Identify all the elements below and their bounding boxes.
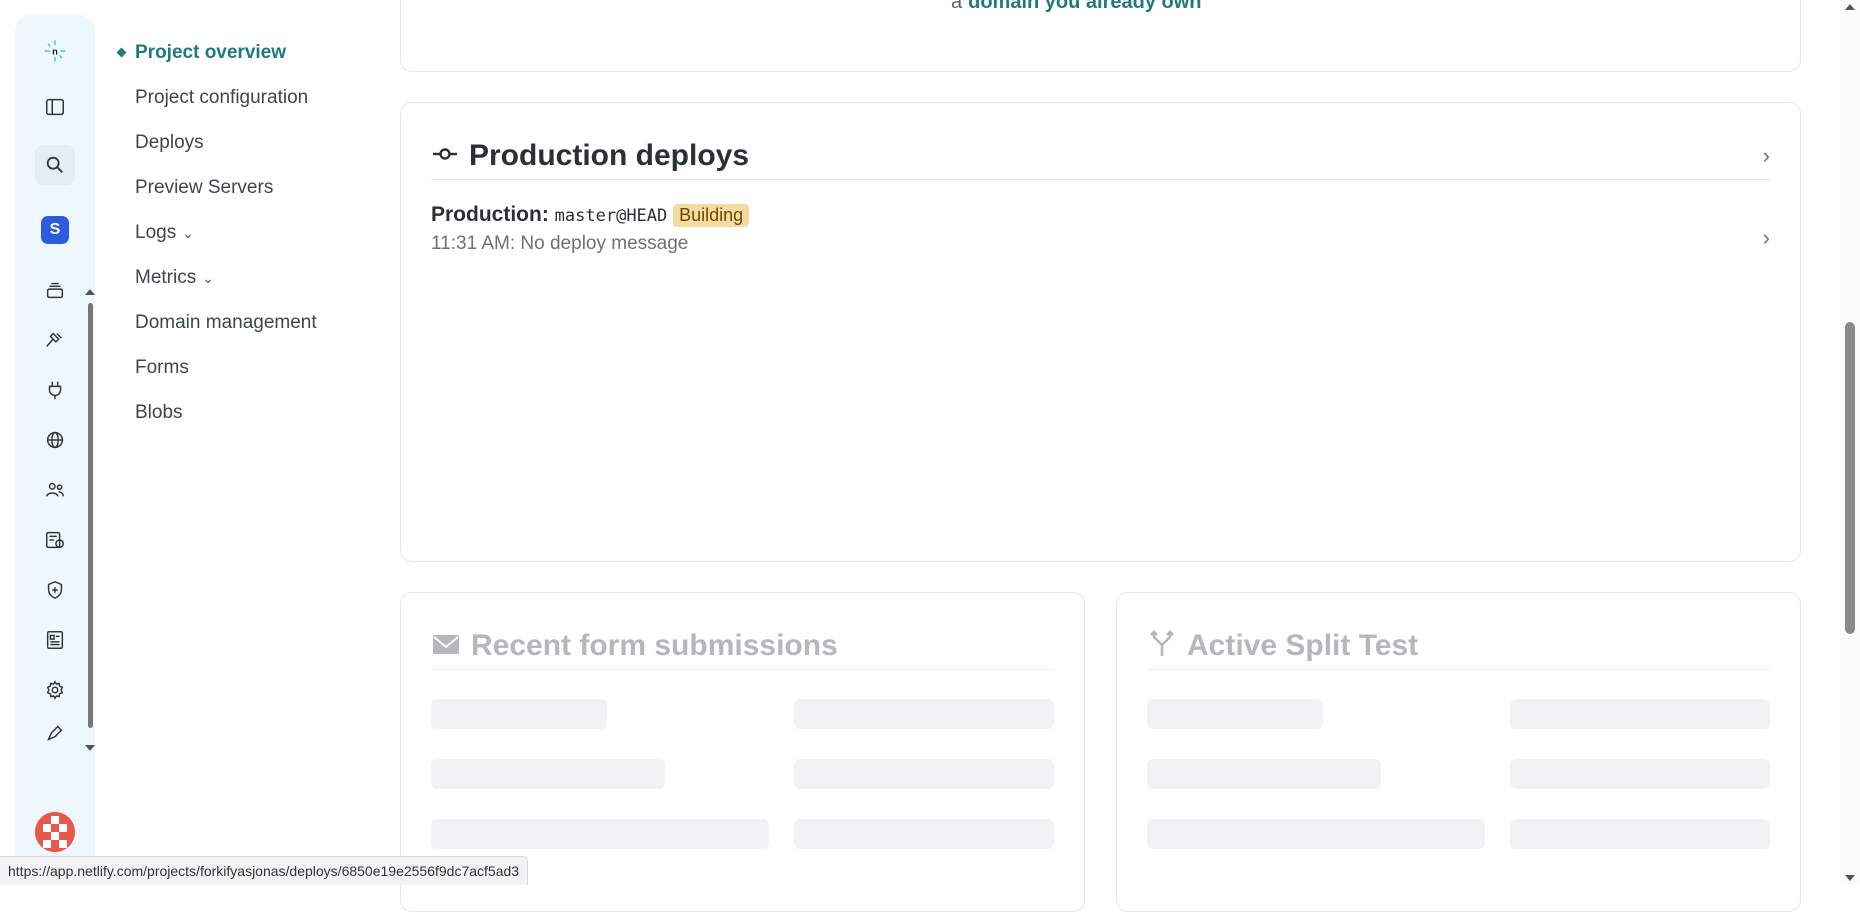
nav-item-label: Blobs <box>135 402 183 423</box>
nav-item-label: Domain management <box>135 312 317 333</box>
rail-scrollbar-thumb[interactable] <box>88 303 93 728</box>
deploy-row-title: Production: master@HEAD Building <box>431 203 1770 227</box>
production-deploys-title: Production deploys <box>469 139 750 172</box>
loading-skeleton <box>1147 699 1323 729</box>
globe-icon[interactable] <box>35 420 75 460</box>
svg-text:n: n <box>52 46 58 56</box>
nav-item-label: Deploys <box>135 132 204 153</box>
nav-item-label: Forms <box>135 357 189 378</box>
scroll-up-arrow-icon[interactable] <box>1845 4 1855 10</box>
loading-skeleton <box>794 819 1054 849</box>
project-nav: Project overview Project configuration D… <box>112 30 362 435</box>
deploy-time-message: 11:31 AM: No deploy message <box>431 233 689 254</box>
billing-icon[interactable] <box>35 520 75 560</box>
nav-item-label: Project overview <box>135 42 287 63</box>
nav-item-metrics[interactable]: Metrics ⌄ <box>112 255 362 300</box>
layers-icon[interactable] <box>35 270 75 310</box>
loading-skeleton <box>1510 759 1770 789</box>
sidebar-toggle-icon[interactable] <box>35 87 75 127</box>
users-icon[interactable] <box>35 470 75 510</box>
netlify-logo-icon[interactable]: n <box>35 31 75 71</box>
scroll-down-arrow-icon[interactable] <box>1845 875 1855 881</box>
shield-icon[interactable] <box>35 570 75 610</box>
docs-icon[interactable] <box>35 620 75 660</box>
deploy-ref: master@HEAD <box>554 206 668 226</box>
loading-skeleton <box>1147 759 1381 789</box>
avatar[interactable] <box>35 812 75 852</box>
loading-skeleton <box>794 759 1054 789</box>
deploy-context-label: Production: <box>431 203 549 226</box>
plug-icon[interactable] <box>35 370 75 410</box>
split-test-title: Active Split Test <box>1187 629 1419 662</box>
nav-item-deploys[interactable]: Deploys <box>112 120 362 165</box>
loading-skeleton <box>1510 699 1770 729</box>
icon-rail: n S <box>15 15 95 885</box>
loading-skeleton <box>1147 819 1485 849</box>
chevron-down-icon: ⌄ <box>182 225 194 241</box>
nav-item-label: Metrics <box>135 267 197 288</box>
commit-icon <box>431 140 459 173</box>
team-badge[interactable]: S <box>35 210 75 250</box>
chevron-down-icon: ⌄ <box>202 270 214 286</box>
loading-skeleton <box>431 759 665 789</box>
envelope-icon <box>431 629 461 664</box>
nav-item-label: Preview Servers <box>135 177 274 198</box>
split-test-header: Active Split Test <box>1147 623 1770 670</box>
nav-item-forms[interactable]: Forms <box>112 345 362 390</box>
nav-item-logs[interactable]: Logs ⌄ <box>112 210 362 255</box>
domain-link[interactable]: domain you already own <box>968 0 1201 13</box>
rail-scrollbar[interactable] <box>85 285 95 755</box>
nav-item-label: Logs <box>135 222 177 243</box>
production-deploys-header[interactable]: Production deploys › <box>431 133 1770 180</box>
nav-item-label: Project configuration <box>135 87 309 108</box>
deploy-row[interactable]: Production: master@HEAD Building 11:31 A… <box>431 203 1770 263</box>
nav-item-project-overview[interactable]: Project overview <box>112 30 362 75</box>
nav-item-project-configuration[interactable]: Project configuration <box>112 75 362 120</box>
chevron-right-icon[interactable]: › <box>1763 225 1770 251</box>
status-badge: Building <box>673 204 750 227</box>
team-initial: S <box>41 216 69 244</box>
branch-split-icon <box>1147 629 1177 664</box>
nav-item-blobs[interactable]: Blobs <box>112 390 362 435</box>
gear-icon[interactable] <box>35 670 75 710</box>
loading-skeleton <box>1510 819 1770 849</box>
scroll-down-arrow-icon[interactable] <box>85 745 95 751</box>
domain-link-text: a domain you already own <box>951 0 1202 14</box>
production-deploys-card: Production deploys › Production: master@… <box>400 102 1801 562</box>
hammer-icon[interactable] <box>35 320 75 360</box>
split-test-card: Active Split Test <box>1116 592 1801 912</box>
page-scrollbar-thumb[interactable] <box>1845 322 1855 634</box>
nav-item-preview-servers[interactable]: Preview Servers <box>112 165 362 210</box>
loading-skeleton <box>431 699 607 729</box>
status-bar-url: https://app.netlify.com/projects/forkify… <box>0 856 529 885</box>
page-scrollbar[interactable] <box>1840 0 1860 885</box>
pen-icon[interactable] <box>35 720 75 745</box>
chevron-right-icon[interactable]: › <box>1763 143 1770 169</box>
loading-skeleton <box>431 819 769 849</box>
form-submissions-header: Recent form submissions <box>431 623 1054 670</box>
search-icon[interactable] <box>35 145 75 185</box>
domain-link-prefix: a <box>951 0 963 13</box>
form-submissions-title: Recent form submissions <box>471 629 838 662</box>
scroll-up-arrow-icon[interactable] <box>85 289 95 295</box>
nav-item-domain-management[interactable]: Domain management <box>112 300 362 345</box>
loading-skeleton <box>794 699 1054 729</box>
domain-card: a domain you already own <box>400 0 1801 72</box>
